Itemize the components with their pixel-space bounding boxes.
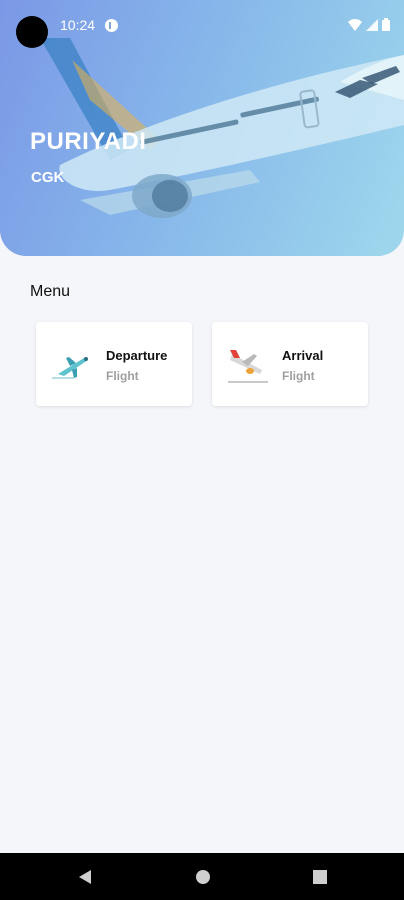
arrival-title: Arrival [282, 348, 324, 363]
status-bar: 10:24 [0, 0, 404, 52]
home-icon[interactable] [193, 867, 213, 887]
camera-cutout [16, 16, 48, 48]
airport-code: CGK [31, 169, 65, 186]
battery-icon [382, 18, 390, 31]
wifi-icon [348, 18, 362, 31]
departure-title: Departure [106, 348, 168, 363]
status-time: 10:24 [60, 17, 96, 33]
arrival-flight-card[interactable]: Arrival Flight [212, 322, 368, 406]
departure-plane-icon [52, 357, 88, 379]
recents-icon[interactable] [310, 867, 330, 887]
menu-heading: Menu [30, 283, 71, 300]
back-icon[interactable] [76, 867, 96, 887]
signal-icon [366, 18, 378, 31]
arrival-subtitle: Flight [282, 369, 315, 383]
system-nav-bar [0, 853, 404, 900]
arrival-plane-icon [228, 350, 268, 383]
status-indicators [348, 18, 390, 31]
airport-name: PURIYADI [30, 128, 147, 155]
departure-flight-card[interactable]: Departure Flight [36, 322, 192, 406]
departure-subtitle: Flight [106, 369, 139, 383]
app-notification-icon [105, 19, 118, 32]
